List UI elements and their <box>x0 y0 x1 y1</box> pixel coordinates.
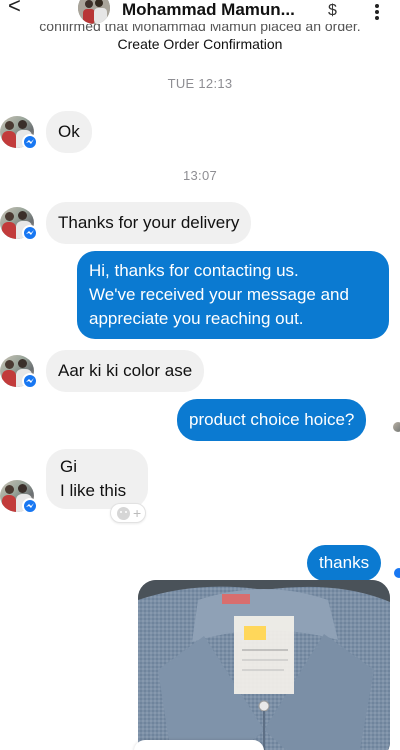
incoming-message[interactable]: Ok <box>46 111 92 153</box>
add-reaction-button[interactable]: + <box>110 503 146 523</box>
read-receipt-avatar <box>393 422 400 432</box>
contact-message-avatar[interactable] <box>0 207 38 241</box>
reaction-bar[interactable] <box>134 740 264 750</box>
message-text: appreciate you reaching out. <box>89 309 304 328</box>
conversation-header: < Mohammad Mamun... $ <box>0 0 400 24</box>
add-reaction-icon <box>117 507 130 520</box>
timestamp: 13:07 <box>182 168 218 183</box>
avatar-photo <box>78 0 110 24</box>
contact-message-avatar[interactable] <box>0 480 38 514</box>
incoming-message[interactable]: Aar ki ki color ase <box>46 350 205 392</box>
incoming-message[interactable]: Thanks for your delivery <box>46 202 252 244</box>
messenger-badge-icon <box>22 373 38 389</box>
back-button[interactable]: < <box>8 0 21 17</box>
messenger-badge-icon <box>22 134 38 150</box>
message-text: product choice hoice? <box>189 410 355 429</box>
message-text: Gi <box>60 457 77 476</box>
sent-status-icon <box>394 568 400 578</box>
shirt-image <box>138 580 390 750</box>
message-text: thanks <box>319 553 370 572</box>
message-text: Ok <box>58 122 80 141</box>
payments-button[interactable]: $ <box>328 2 337 20</box>
message-text: We've received your message and <box>89 285 349 304</box>
reaction-plus: + <box>133 505 142 521</box>
contact-message-avatar[interactable] <box>0 355 38 389</box>
message-text: Aar ki ki color ase <box>58 361 193 380</box>
more-options-icon[interactable] <box>374 4 380 22</box>
contact-avatar[interactable] <box>78 0 110 24</box>
message-text: Hi, thanks for contacting us. <box>89 261 299 280</box>
incoming-message[interactable]: Gi I like this <box>46 449 148 509</box>
message-text: Thanks for your delivery <box>58 213 240 232</box>
outgoing-message[interactable]: product choice hoice? <box>177 399 367 441</box>
messenger-badge-icon <box>22 498 38 514</box>
message-text: I like this <box>60 481 127 500</box>
outgoing-message[interactable]: thanks <box>307 545 382 581</box>
timestamp: TUE 12:13 <box>167 76 233 91</box>
outgoing-message[interactable]: Hi, thanks for contacting us. We've rece… <box>77 251 389 339</box>
contact-name[interactable]: Mohammad Mamun... <box>122 0 295 20</box>
create-order-confirmation-link[interactable]: Create Order Confirmation <box>0 36 400 52</box>
messenger-badge-icon <box>22 225 38 241</box>
shirt-photo[interactable] <box>138 580 390 750</box>
contact-message-avatar[interactable] <box>0 116 38 150</box>
